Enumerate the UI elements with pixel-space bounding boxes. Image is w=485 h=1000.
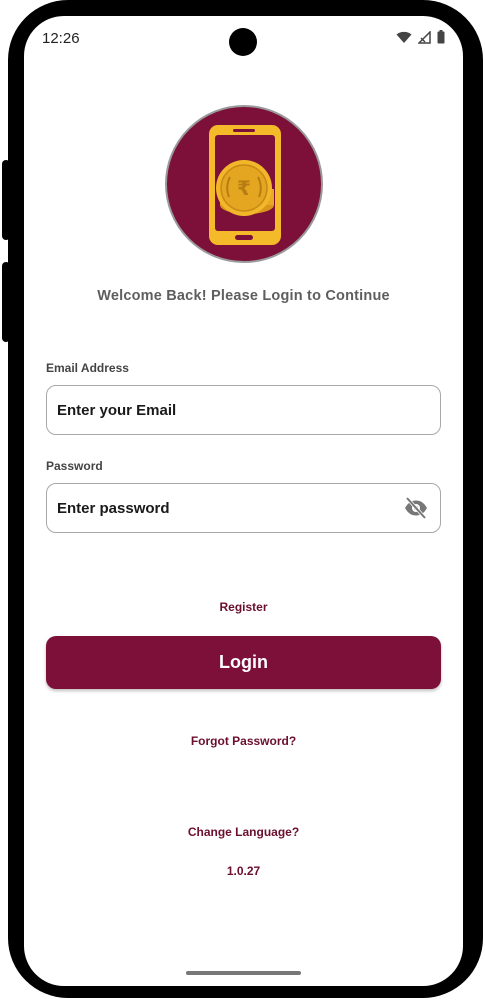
svg-text:₹: ₹ [237, 176, 251, 200]
status-bar: 12:26 [24, 16, 463, 60]
password-field[interactable] [46, 483, 441, 533]
welcome-text: Welcome Back! Please Login to Continue [97, 288, 390, 304]
app-logo: ₹ [165, 105, 323, 263]
volume-button [2, 160, 10, 240]
side-button [475, 160, 483, 285]
email-label: Email Address [46, 361, 129, 375]
home-indicator[interactable] [186, 971, 301, 975]
password-input[interactable] [57, 484, 397, 532]
change-language-link[interactable]: Change Language? [24, 825, 463, 839]
status-icons [396, 30, 445, 44]
app-version: 1.0.27 [226, 864, 261, 878]
rupee-coin-phone-icon: ₹ [209, 125, 281, 245]
forgot-password-link[interactable]: Forgot Password? [24, 734, 463, 748]
eye-off-icon[interactable] [404, 497, 428, 519]
register-link[interactable]: Register [24, 600, 463, 614]
status-time: 12:26 [42, 30, 80, 47]
phone-frame: 12:26 ₹ Welcome Back! Please Login to Co… [2, 0, 483, 1000]
power-button [2, 262, 10, 342]
front-camera [229, 28, 257, 56]
signal-icon [418, 30, 431, 44]
battery-icon [437, 30, 445, 44]
email-field[interactable] [46, 385, 441, 435]
email-input[interactable] [57, 386, 397, 434]
password-label: Password [46, 459, 103, 473]
login-button[interactable]: Login [46, 636, 441, 689]
wifi-icon [396, 31, 412, 43]
app-screen: 12:26 ₹ Welcome Back! Please Login to Co… [24, 16, 463, 986]
